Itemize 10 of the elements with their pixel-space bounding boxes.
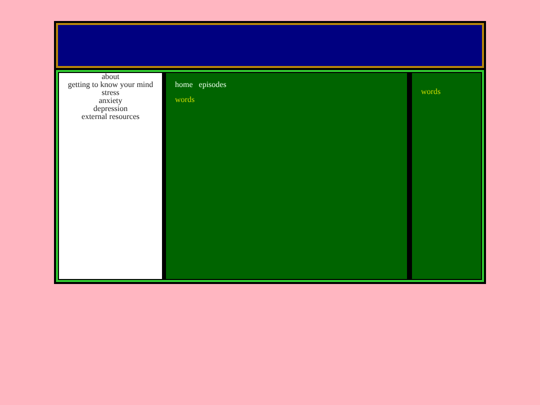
aside-text: words	[421, 88, 442, 96]
nav-link[interactable]: episodes	[198, 81, 226, 89]
main-text: words	[175, 96, 196, 104]
sidebar-link[interactable]: external resources	[82, 113, 140, 121]
sidebar-link[interactable]: stress	[102, 89, 120, 97]
sidebar-link[interactable]: depression	[93, 105, 128, 113]
sidebar-link[interactable]: about	[102, 73, 120, 81]
sidebar-link[interactable]: anxiety	[98, 97, 122, 105]
nav-link[interactable]: home	[175, 81, 193, 89]
sidebar-link[interactable]: getting to know your mind	[68, 81, 154, 89]
